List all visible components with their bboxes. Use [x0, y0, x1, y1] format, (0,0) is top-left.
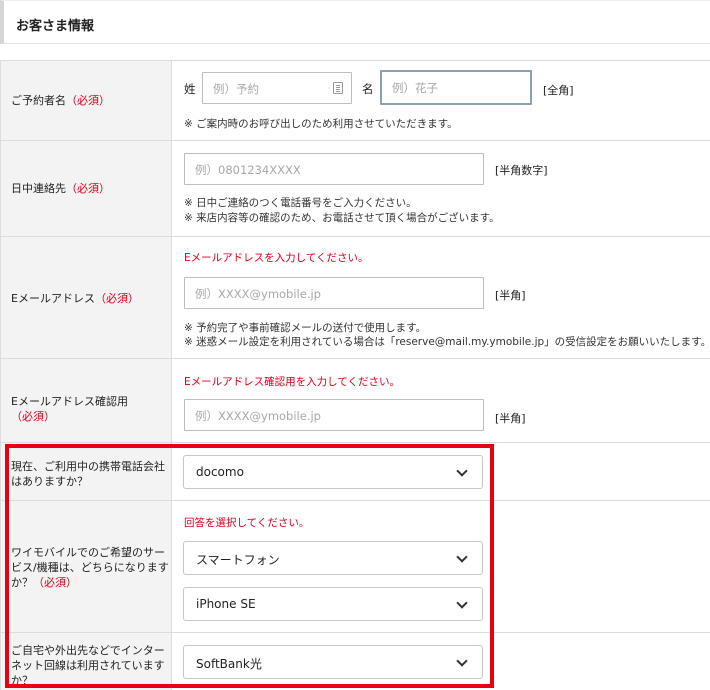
email-confirm-error: Eメールアドレス確認用を入力してください。	[184, 376, 401, 388]
phone-label: 日中連絡先（必須）	[11, 182, 110, 195]
surname-placeholder: 例）予約	[213, 82, 259, 96]
phone-note-2: ※ 来店内容等の確認のため、お電話させて頂く場合がございます。	[184, 212, 500, 224]
name-note: ※ ご案内時のお呼び出しのため利用させていただきます。	[184, 118, 458, 130]
email-confirm-label-cell: Eメールアドレス確認用（必須）	[0, 359, 172, 442]
email-row: Eメールアドレス（必須） Eメールアドレスを入力してください。 例）XXXX@y…	[0, 236, 710, 358]
email-confirm-placeholder: 例）XXXX@ymobile.jp	[195, 409, 321, 423]
required-mark: （必須）	[66, 182, 110, 195]
email-placeholder: 例）XXXX@ymobile.jp	[195, 287, 321, 301]
section-header: お客さま情報	[0, 0, 710, 44]
section-title: お客さま情報	[16, 19, 95, 34]
phone-suffix: [半角数字]	[495, 164, 548, 177]
email-confirm-label: Eメールアドレス確認用（必須）	[11, 395, 128, 423]
name-label-cell: ご予約者名（必須）	[0, 61, 172, 140]
surname-input[interactable]: 例）予約	[202, 72, 352, 104]
phone-note-1: ※ 日中ご連絡のつく電話番号をご入力ください。	[184, 197, 417, 209]
required-mark: （必須）	[94, 292, 139, 305]
email-confirm-input[interactable]: 例）XXXX@ymobile.jp	[184, 399, 484, 431]
name-row: ご予約者名（必須） 姓 例）予約 名 例）花子 [全角] ※ ご案内時のお呼び出…	[0, 60, 710, 140]
given-name-placeholder: 例）花子	[392, 81, 438, 95]
email-input[interactable]: 例）XXXX@ymobile.jp	[184, 277, 484, 309]
email-note-2: ※ 迷惑メール設定を利用されている場合は「reserve@mail.my.ymo…	[184, 336, 710, 348]
required-mark: （必須）	[11, 410, 55, 423]
email-label: Eメールアドレス（必須）	[11, 292, 139, 305]
phone-input[interactable]: 例）0801234XXXX	[184, 153, 484, 185]
email-confirm-row: Eメールアドレス確認用（必須） Eメールアドレス確認用を入力してください。 例）…	[0, 358, 710, 442]
highlight-box	[5, 444, 494, 688]
email-confirm-suffix: [半角]	[495, 412, 526, 425]
given-name-label: 名	[362, 82, 374, 96]
email-label-cell: Eメールアドレス（必須）	[0, 237, 172, 358]
name-suffix: [全角]	[543, 84, 574, 97]
email-error: Eメールアドレスを入力してください。	[184, 252, 369, 264]
given-name-input[interactable]: 例）花子	[380, 70, 532, 105]
keyboard-icon	[333, 82, 343, 94]
surname-label: 姓	[184, 82, 196, 96]
email-suffix: [半角]	[495, 289, 526, 302]
name-label: ご予約者名（必須）	[11, 94, 110, 107]
phone-label-cell: 日中連絡先（必須）	[0, 141, 172, 236]
phone-row: 日中連絡先（必須） 例）0801234XXXX [半角数字] ※ 日中ご連絡のつ…	[0, 140, 710, 236]
email-note-1: ※ 予約完了や事前確認メールの送付で使用します。	[184, 322, 427, 334]
required-mark: （必須）	[66, 94, 110, 107]
phone-placeholder: 例）0801234XXXX	[195, 163, 301, 177]
